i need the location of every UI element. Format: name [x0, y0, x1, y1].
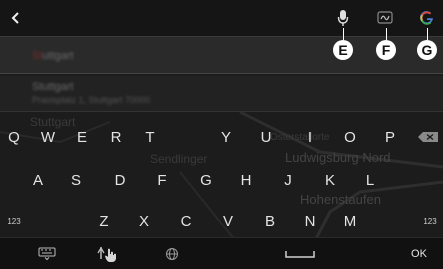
- key-e[interactable]: E: [68, 124, 96, 150]
- key-h[interactable]: H: [232, 167, 260, 193]
- hand-pointer-icon: [97, 246, 116, 262]
- suggestion-item[interactable]: Stuttgart Praxisplatz 1, Stuttgart 70000: [0, 76, 443, 112]
- key-p[interactable]: P: [376, 124, 404, 150]
- space-key[interactable]: [280, 238, 320, 269]
- back-button[interactable]: [4, 6, 28, 30]
- navigation-keyboard-screen: Stuttgart Sendlinger Osterstallorte Ludw…: [0, 0, 443, 269]
- backspace-key[interactable]: [414, 124, 442, 150]
- ok-button[interactable]: OK: [404, 238, 434, 269]
- key-w[interactable]: W: [34, 124, 62, 150]
- hide-keyboard-button[interactable]: [32, 238, 62, 269]
- key-v[interactable]: V: [214, 208, 242, 234]
- globe-icon: [166, 248, 178, 260]
- handwriting-mode-button[interactable]: [92, 238, 126, 269]
- space-bar-icon: [285, 251, 315, 258]
- microphone-icon: [337, 10, 349, 26]
- numbers-key-right[interactable]: 123: [416, 208, 443, 234]
- key-c[interactable]: C: [172, 208, 200, 234]
- numbers-key-left[interactable]: 123: [0, 208, 28, 234]
- callout-line: [427, 28, 428, 40]
- callout-badge-g: G: [417, 40, 437, 60]
- key-i[interactable]: I: [296, 124, 324, 150]
- callout-line: [343, 28, 344, 40]
- key-l[interactable]: L: [356, 167, 384, 193]
- backspace-icon: [418, 132, 438, 142]
- key-r[interactable]: R: [102, 124, 130, 150]
- key-s[interactable]: S: [62, 167, 90, 193]
- key-x[interactable]: X: [130, 208, 158, 234]
- key-u[interactable]: U: [252, 124, 280, 150]
- callout-badge-f: F: [376, 40, 396, 60]
- key-b[interactable]: B: [256, 208, 284, 234]
- top-bar: [0, 0, 443, 36]
- suggestion-subtitle: Praxisplatz 1, Stuttgart 70000: [32, 95, 151, 105]
- key-d[interactable]: D: [106, 167, 134, 193]
- handwriting-icon: [377, 11, 393, 24]
- key-f[interactable]: F: [148, 167, 176, 193]
- key-o[interactable]: O: [336, 124, 364, 150]
- key-k[interactable]: K: [316, 167, 344, 193]
- key-g[interactable]: G: [192, 167, 220, 193]
- key-q[interactable]: Q: [0, 124, 28, 150]
- voice-input-button[interactable]: [333, 8, 353, 28]
- key-z[interactable]: Z: [90, 208, 118, 234]
- keyboard-hide-icon: [38, 247, 56, 261]
- google-search-button[interactable]: [417, 8, 437, 28]
- suggestion-title: Stuttgart: [32, 81, 74, 93]
- keyboard-bottom-row: OK: [0, 237, 443, 269]
- key-n[interactable]: N: [296, 208, 324, 234]
- key-t[interactable]: T: [136, 124, 164, 150]
- key-j[interactable]: J: [274, 167, 302, 193]
- search-input-value: Stuttgart: [32, 50, 74, 62]
- key-a[interactable]: A: [24, 167, 52, 193]
- handwriting-button[interactable]: [376, 8, 396, 28]
- chevron-left-icon: [11, 12, 19, 24]
- callout-line: [386, 28, 387, 40]
- key-y[interactable]: Y: [212, 124, 240, 150]
- key-m[interactable]: M: [336, 208, 364, 234]
- google-g-icon: [420, 11, 433, 25]
- callout-badge-e: E: [333, 40, 353, 60]
- language-button[interactable]: [160, 238, 184, 269]
